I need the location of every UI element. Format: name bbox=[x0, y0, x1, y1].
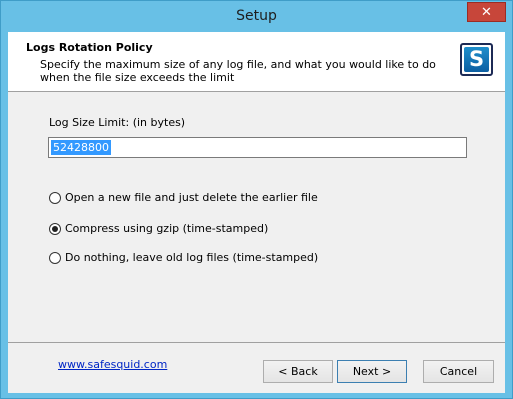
radio-button[interactable] bbox=[49, 251, 61, 264]
radio-label: Open a new file and just delete the earl… bbox=[65, 191, 318, 204]
setup-window: Setup ✕ Logs Rotation Policy Specify the… bbox=[0, 0, 513, 399]
log-size-label: Log Size Limit: (in bytes) bbox=[49, 116, 186, 129]
close-button[interactable]: ✕ bbox=[467, 2, 506, 22]
logo-letter: S bbox=[464, 47, 489, 72]
website-link[interactable]: www.safesquid.com bbox=[58, 358, 167, 371]
radio-button[interactable] bbox=[49, 191, 61, 204]
back-button[interactable]: < Back bbox=[263, 360, 333, 383]
next-button[interactable]: Next > bbox=[337, 360, 407, 383]
close-icon: ✕ bbox=[481, 5, 492, 20]
window-title: Setup bbox=[236, 8, 277, 24]
radio-option-gzip[interactable]: Compress using gzip (time-stamped) bbox=[49, 222, 268, 235]
wizard-header: Logs Rotation Policy Specify the maximum… bbox=[8, 32, 505, 92]
log-size-input[interactable]: 52428800 bbox=[48, 137, 467, 158]
wizard-body: Logs Rotation Policy Specify the maximum… bbox=[8, 32, 505, 393]
footer-divider bbox=[8, 342, 505, 343]
radio-label: Compress using gzip (time-stamped) bbox=[65, 222, 269, 235]
safesquid-logo-icon: S bbox=[460, 43, 493, 76]
page-title: Logs Rotation Policy bbox=[26, 41, 153, 54]
radio-option-do-nothing[interactable]: Do nothing, leave old log files (time-st… bbox=[49, 251, 318, 264]
page-description: Specify the maximum size of any log file… bbox=[40, 58, 436, 84]
radio-button-selected[interactable] bbox=[49, 222, 61, 235]
cancel-button[interactable]: Cancel bbox=[423, 360, 494, 383]
title-bar[interactable]: Setup ✕ bbox=[1, 1, 512, 32]
radio-label: Do nothing, leave old log files (time-st… bbox=[65, 251, 319, 264]
radio-option-new-file[interactable]: Open a new file and just delete the earl… bbox=[49, 191, 318, 204]
log-size-value: 52428800 bbox=[51, 140, 111, 155]
